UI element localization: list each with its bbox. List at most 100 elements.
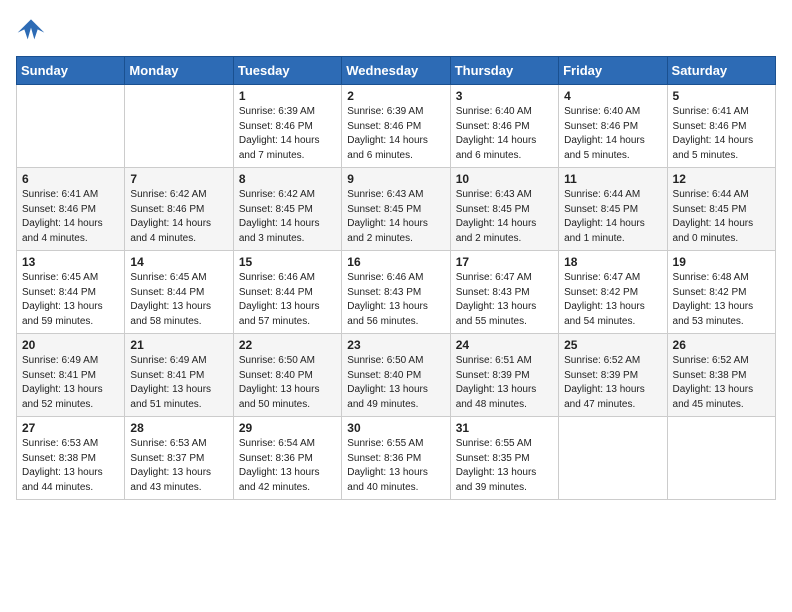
day-info: Sunrise: 6:49 AMSunset: 8:41 PMDaylight:… — [22, 354, 119, 412]
calendar-week-2: 6 Sunrise: 6:41 AMSunset: 8:46 PMDaylight… — [17, 168, 776, 251]
day-number: 28 — [130, 421, 227, 435]
day-number: 2 — [347, 89, 444, 103]
calendar-cell: 18 Sunrise: 6:47 AMSunset: 8:42 PMDayligh… — [559, 251, 667, 334]
day-number: 22 — [239, 338, 336, 352]
calendar-cell: 25 Sunrise: 6:52 AMSunset: 8:39 PMDayligh… — [559, 334, 667, 417]
calendar-cell: 11 Sunrise: 6:44 AMSunset: 8:45 PMDayligh… — [559, 168, 667, 251]
calendar-cell: 21 Sunrise: 6:49 AMSunset: 8:41 PMDayligh… — [125, 334, 233, 417]
day-info: Sunrise: 6:54 AMSunset: 8:36 PMDaylight:… — [239, 437, 336, 495]
calendar-table: SundayMondayTuesdayWednesdayThursdayFrid… — [16, 56, 776, 500]
day-number: 31 — [456, 421, 553, 435]
calendar-cell: 29Sunrise: 6:54 AMSunset: 8:36 PMDayligh… — [233, 417, 341, 500]
logo-icon — [16, 16, 46, 46]
day-number: 12 — [673, 172, 770, 186]
day-number: 24 — [456, 338, 553, 352]
weekday-header-saturday: Saturday — [667, 57, 775, 85]
day-info: Sunrise: 6:48 AMSunset: 8:42 PMDaylight:… — [673, 271, 770, 329]
day-number: 25 — [564, 338, 661, 352]
day-info: Sunrise: 6:52 AMSunset: 8:39 PMDaylight:… — [564, 354, 661, 412]
day-info: Sunrise: 6:46 AMSunset: 8:44 PMDaylight:… — [239, 271, 336, 329]
calendar-cell — [559, 417, 667, 500]
calendar-cell: 14Sunrise: 6:45 AMSunset: 8:44 PMDayligh… — [125, 251, 233, 334]
calendar-body: 1 Sunrise: 6:39 AMSunset: 8:46 PMDaylight… — [17, 85, 776, 500]
calendar-cell: 16Sunrise: 6:46 AMSunset: 8:43 PMDayligh… — [342, 251, 450, 334]
day-info: Sunrise: 6:39 AMSunset: 8:46 PMDaylight:… — [239, 105, 336, 163]
weekday-header-tuesday: Tuesday — [233, 57, 341, 85]
calendar-cell: 22 Sunrise: 6:50 AMSunset: 8:40 PMDayligh… — [233, 334, 341, 417]
calendar-cell: 13 Sunrise: 6:45 AMSunset: 8:44 PMDayligh… — [17, 251, 125, 334]
calendar-cell: 10Sunrise: 6:43 AMSunset: 8:45 PMDayligh… — [450, 168, 558, 251]
day-number: 3 — [456, 89, 553, 103]
weekday-header-monday: Monday — [125, 57, 233, 85]
day-info: Sunrise: 6:50 AMSunset: 8:40 PMDaylight:… — [239, 354, 336, 412]
calendar-week-4: 20 Sunrise: 6:49 AMSunset: 8:41 PMDayligh… — [17, 334, 776, 417]
day-number: 7 — [130, 172, 227, 186]
day-number: 11 — [564, 172, 661, 186]
day-info: Sunrise: 6:55 AMSunset: 8:36 PMDaylight:… — [347, 437, 444, 495]
calendar-cell: 26Sunrise: 6:52 AMSunset: 8:38 PMDayligh… — [667, 334, 775, 417]
day-number: 18 — [564, 255, 661, 269]
day-info: Sunrise: 6:43 AMSunset: 8:45 PMDaylight:… — [347, 188, 444, 246]
calendar-cell — [125, 85, 233, 168]
day-info: Sunrise: 6:40 AMSunset: 8:46 PMDaylight:… — [564, 105, 661, 163]
day-number: 1 — [239, 89, 336, 103]
calendar-cell: 3 Sunrise: 6:40 AMSunset: 8:46 PMDaylight… — [450, 85, 558, 168]
day-info: Sunrise: 6:41 AMSunset: 8:46 PMDaylight:… — [673, 105, 770, 163]
calendar-cell: 9 Sunrise: 6:43 AMSunset: 8:45 PMDaylight… — [342, 168, 450, 251]
day-number: 19 — [673, 255, 770, 269]
calendar-cell: 17 Sunrise: 6:47 AMSunset: 8:43 PMDayligh… — [450, 251, 558, 334]
calendar-cell: 6 Sunrise: 6:41 AMSunset: 8:46 PMDaylight… — [17, 168, 125, 251]
day-number: 21 — [130, 338, 227, 352]
calendar-cell: 15 Sunrise: 6:46 AMSunset: 8:44 PMDayligh… — [233, 251, 341, 334]
day-number: 4 — [564, 89, 661, 103]
calendar-cell: 20 Sunrise: 6:49 AMSunset: 8:41 PMDayligh… — [17, 334, 125, 417]
day-info: Sunrise: 6:45 AMSunset: 8:44 PMDaylight:… — [22, 271, 119, 329]
day-info: Sunrise: 6:42 AMSunset: 8:46 PMDaylight:… — [130, 188, 227, 246]
calendar-cell: 4 Sunrise: 6:40 AMSunset: 8:46 PMDaylight… — [559, 85, 667, 168]
calendar-cell: 12 Sunrise: 6:44 AMSunset: 8:45 PMDayligh… — [667, 168, 775, 251]
weekday-header-friday: Friday — [559, 57, 667, 85]
day-info: Sunrise: 6:51 AMSunset: 8:39 PMDaylight:… — [456, 354, 553, 412]
day-number: 8 — [239, 172, 336, 186]
day-info: Sunrise: 6:44 AMSunset: 8:45 PMDaylight:… — [564, 188, 661, 246]
day-number: 23 — [347, 338, 444, 352]
day-info: Sunrise: 6:40 AMSunset: 8:46 PMDaylight:… — [456, 105, 553, 163]
day-number: 26 — [673, 338, 770, 352]
day-info: Sunrise: 6:47 AMSunset: 8:42 PMDaylight:… — [564, 271, 661, 329]
day-number: 17 — [456, 255, 553, 269]
day-info: Sunrise: 6:53 AMSunset: 8:38 PMDaylight:… — [22, 437, 119, 495]
calendar-cell — [667, 417, 775, 500]
calendar-cell: 31Sunrise: 6:55 AMSunset: 8:35 PMDayligh… — [450, 417, 558, 500]
calendar-cell: 2Sunrise: 6:39 AMSunset: 8:46 PMDaylight… — [342, 85, 450, 168]
calendar-cell: 30 Sunrise: 6:55 AMSunset: 8:36 PMDayligh… — [342, 417, 450, 500]
weekday-header-wednesday: Wednesday — [342, 57, 450, 85]
calendar-cell: 7 Sunrise: 6:42 AMSunset: 8:46 PMDaylight… — [125, 168, 233, 251]
logo — [16, 16, 50, 46]
calendar-cell: 5Sunrise: 6:41 AMSunset: 8:46 PMDaylight… — [667, 85, 775, 168]
weekday-header-sunday: Sunday — [17, 57, 125, 85]
day-number: 27 — [22, 421, 119, 435]
calendar-cell: 19 Sunrise: 6:48 AMSunset: 8:42 PMDayligh… — [667, 251, 775, 334]
day-number: 20 — [22, 338, 119, 352]
day-number: 30 — [347, 421, 444, 435]
calendar-cell: 28 Sunrise: 6:53 AMSunset: 8:37 PMDayligh… — [125, 417, 233, 500]
calendar-cell: 1 Sunrise: 6:39 AMSunset: 8:46 PMDaylight… — [233, 85, 341, 168]
day-number: 13 — [22, 255, 119, 269]
day-info: Sunrise: 6:45 AMSunset: 8:44 PMDaylight:… — [130, 271, 227, 329]
day-info: Sunrise: 6:47 AMSunset: 8:43 PMDaylight:… — [456, 271, 553, 329]
calendar-cell: 8Sunrise: 6:42 AMSunset: 8:45 PMDaylight… — [233, 168, 341, 251]
calendar-cell: 23 Sunrise: 6:50 AMSunset: 8:40 PMDayligh… — [342, 334, 450, 417]
day-number: 10 — [456, 172, 553, 186]
day-info: Sunrise: 6:53 AMSunset: 8:37 PMDaylight:… — [130, 437, 227, 495]
day-number: 9 — [347, 172, 444, 186]
calendar-cell: 24 Sunrise: 6:51 AMSunset: 8:39 PMDayligh… — [450, 334, 558, 417]
calendar-week-3: 13 Sunrise: 6:45 AMSunset: 8:44 PMDayligh… — [17, 251, 776, 334]
day-info: Sunrise: 6:50 AMSunset: 8:40 PMDaylight:… — [347, 354, 444, 412]
day-number: 6 — [22, 172, 119, 186]
calendar-week-5: 27 Sunrise: 6:53 AMSunset: 8:38 PMDayligh… — [17, 417, 776, 500]
day-info: Sunrise: 6:41 AMSunset: 8:46 PMDaylight:… — [22, 188, 119, 246]
day-info: Sunrise: 6:49 AMSunset: 8:41 PMDaylight:… — [130, 354, 227, 412]
day-info: Sunrise: 6:44 AMSunset: 8:45 PMDaylight:… — [673, 188, 770, 246]
calendar-week-1: 1 Sunrise: 6:39 AMSunset: 8:46 PMDaylight… — [17, 85, 776, 168]
day-number: 15 — [239, 255, 336, 269]
